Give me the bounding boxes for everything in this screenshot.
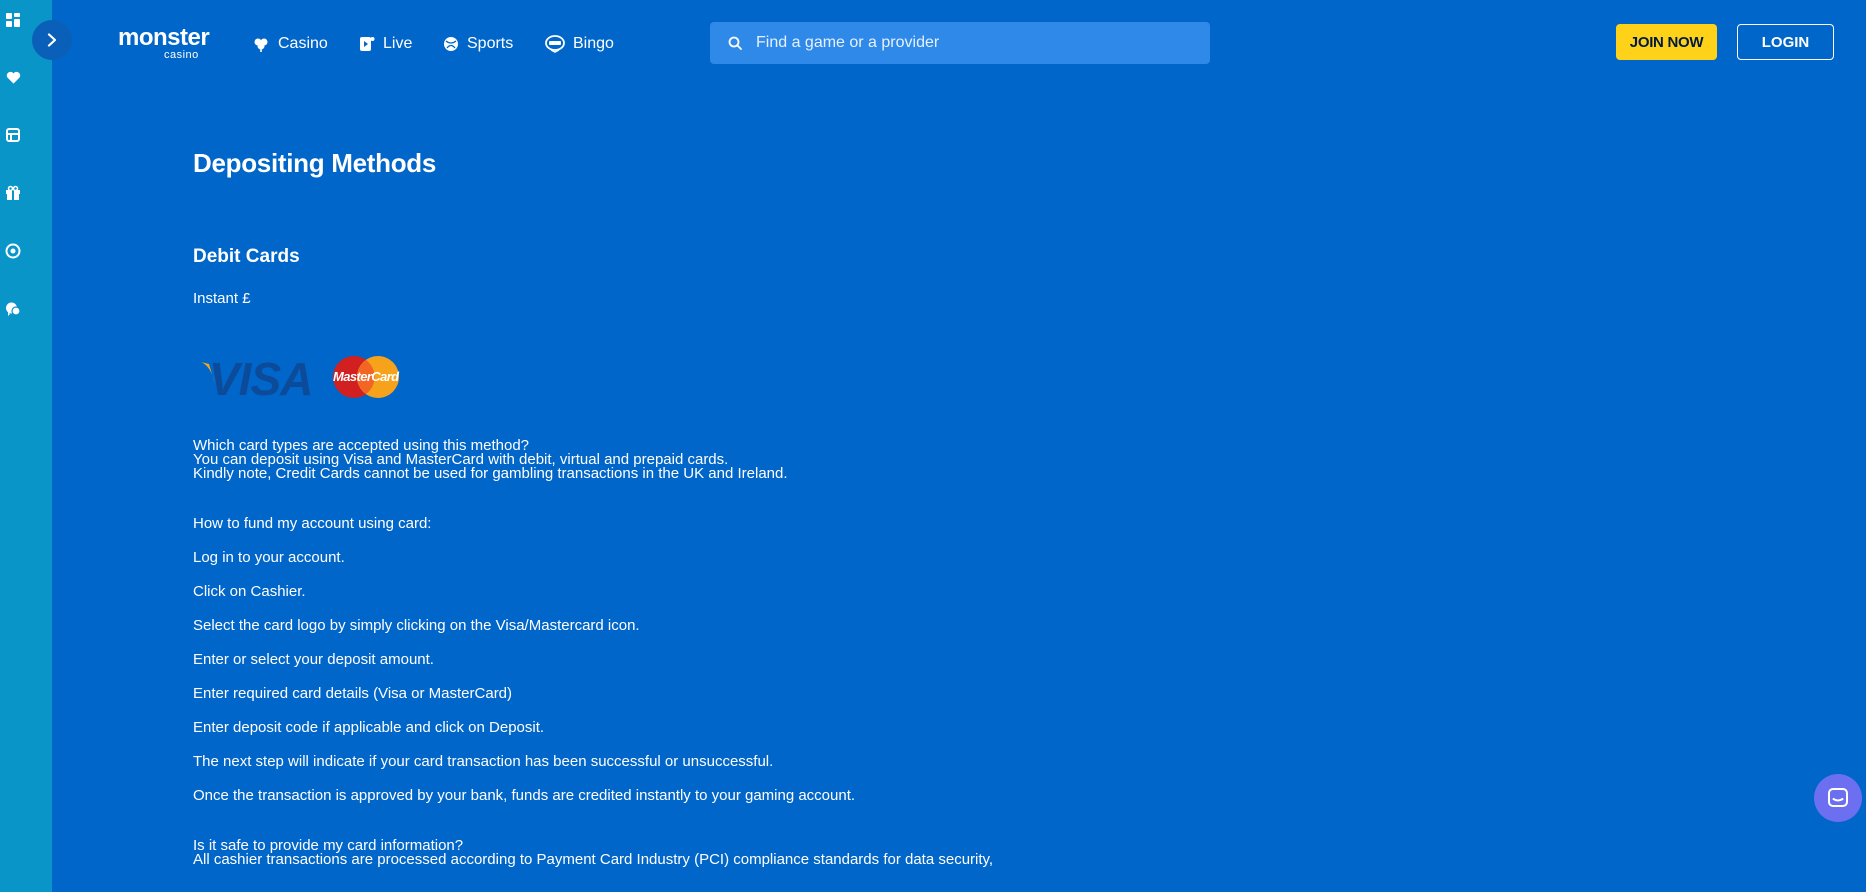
step-item: Click on Cashier. bbox=[193, 583, 306, 600]
gift-icon[interactable] bbox=[3, 183, 23, 203]
search-icon bbox=[728, 36, 742, 50]
step-item: Once the transaction is approved by your… bbox=[193, 787, 856, 804]
ball-icon bbox=[444, 37, 458, 51]
nav-bingo[interactable]: Bingo bbox=[545, 31, 614, 57]
search-input[interactable] bbox=[754, 33, 1178, 53]
nav-sports[interactable]: Sports bbox=[443, 31, 513, 57]
nav-label: Live bbox=[383, 35, 413, 52]
casino-chips-icon[interactable] bbox=[3, 125, 23, 145]
visa-logo: VISA bbox=[199, 353, 317, 405]
clover-icon bbox=[254, 38, 268, 52]
card-logos: VISA MasterCard bbox=[199, 353, 401, 405]
mastercard-logo-text: MasterCard bbox=[333, 369, 399, 384]
bingo-icon bbox=[545, 35, 565, 53]
chat-support-icon[interactable] bbox=[3, 299, 23, 319]
search-bar[interactable] bbox=[710, 22, 1210, 64]
faq-question-fund-account: How to fund my account using card: bbox=[193, 515, 432, 532]
sports-ball-icon[interactable] bbox=[3, 241, 23, 261]
join-now-button[interactable]: JOIN NOW bbox=[1616, 24, 1717, 60]
page-title: Depositing Methods bbox=[193, 148, 437, 178]
chat-icon bbox=[1828, 788, 1848, 807]
section-title: Debit Cards bbox=[193, 246, 300, 267]
logo-text: mοnster bbox=[118, 24, 210, 51]
nav-label: Bingo bbox=[573, 35, 614, 52]
nav-label: Casino bbox=[278, 35, 328, 52]
step-item: Enter deposit code if applicable and cli… bbox=[193, 719, 545, 736]
sidebar bbox=[0, 0, 52, 892]
mastercard-logo: MasterCard bbox=[331, 355, 401, 399]
instant-label: Instant £ bbox=[193, 290, 251, 307]
step-item: Enter or select your deposit amount. bbox=[193, 651, 434, 668]
step-item: The next step will indicate if your card… bbox=[193, 753, 774, 770]
step-item: Select the card logo by simply clicking … bbox=[193, 617, 640, 634]
live-chat-button[interactable] bbox=[1814, 774, 1862, 822]
live-icon bbox=[360, 37, 375, 51]
visa-logo-text: VISA bbox=[209, 353, 313, 405]
nav-label: Sports bbox=[467, 35, 514, 52]
monster-casino-logo[interactable]: mοnster casino bbox=[118, 24, 214, 61]
nav-casino[interactable]: Casino bbox=[252, 31, 328, 57]
dashboard-icon[interactable] bbox=[3, 10, 23, 30]
login-button[interactable]: LOGIN bbox=[1737, 24, 1834, 60]
step-item: Enter required card details (Visa or Mas… bbox=[193, 685, 513, 702]
chevron-right-icon bbox=[47, 33, 57, 47]
sidebar-toggle-button[interactable] bbox=[32, 20, 72, 60]
step-item: Log in to your account. bbox=[193, 549, 345, 566]
nav-live[interactable]: Live bbox=[359, 31, 412, 57]
heart-icon[interactable] bbox=[3, 68, 23, 88]
faq-answer-line: Kindly note, Credit Cards cannot be used… bbox=[193, 465, 788, 482]
faq-answer-line: All cashier transactions are processed a… bbox=[193, 851, 994, 868]
logo-subtext: casino bbox=[164, 49, 199, 61]
